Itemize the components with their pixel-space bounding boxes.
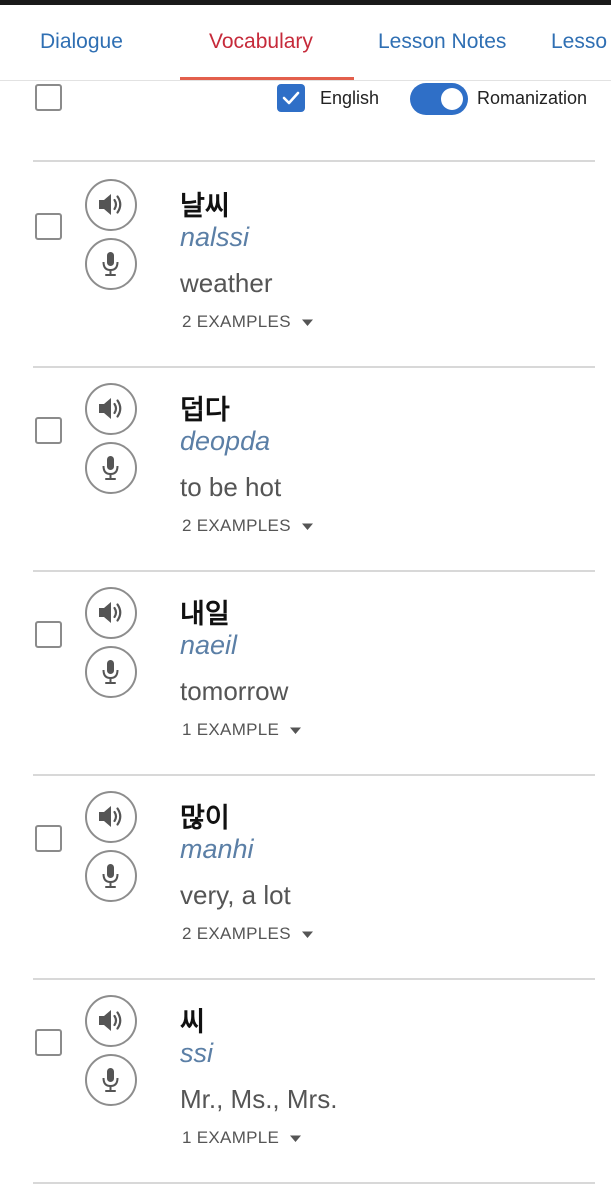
romanization-label: Romanization <box>477 88 588 108</box>
vocab-row-checkbox[interactable] <box>35 825 62 852</box>
english-meaning: weather <box>180 268 273 298</box>
microphone-icon <box>102 1068 119 1092</box>
speaker-icon <box>99 1010 122 1031</box>
romanization-text: deopda <box>180 426 271 456</box>
english-label: English <box>320 88 380 108</box>
speaker-icon <box>99 806 122 827</box>
play-audio-button[interactable] <box>85 995 137 1047</box>
select-all-checkbox[interactable] <box>35 84 62 111</box>
examples-count: 2 EXAMPLES <box>182 924 291 943</box>
romanization-text: ssi <box>180 1038 213 1068</box>
microphone-icon <box>102 660 119 684</box>
tab-vocabulary[interactable]: Vocabulary <box>209 30 313 54</box>
examples-toggle[interactable]: 2 EXAMPLES <box>182 924 314 944</box>
tab-lesson-notes[interactable]: Lesson Notes <box>378 30 506 54</box>
korean-word: 내일 <box>180 599 230 629</box>
english-checkbox[interactable] <box>277 84 305 112</box>
korean-word: 덥다 <box>180 395 230 425</box>
english-meaning: to be hot <box>180 472 282 502</box>
korean-word: 많이 <box>180 803 230 833</box>
romanization-text: naeil <box>180 630 238 660</box>
record-voice-button[interactable] <box>85 238 137 290</box>
vocab-row: 내일 naeil tomorrow 1 EXAMPLE <box>0 570 611 774</box>
examples-count: 2 EXAMPLES <box>182 312 291 331</box>
microphone-icon <box>102 864 119 888</box>
vocab-row: 덥다 deopda to be hot 2 EXAMPLES <box>0 366 611 570</box>
speaker-icon <box>99 194 122 215</box>
english-meaning: very, a lot <box>180 880 291 910</box>
caret-down-icon <box>290 727 302 735</box>
caret-down-icon <box>301 523 313 531</box>
vocab-row: 씨 ssi Mr., Ms., Mrs. 1 EXAMPLE <box>0 978 611 1182</box>
speaker-icon <box>99 602 122 623</box>
lesson-tabs: Dialogue Vocabulary Lesson Notes Lesso <box>0 5 611 81</box>
examples-count: 1 EXAMPLE <box>182 720 280 739</box>
english-meaning: Mr., Ms., Mrs. <box>180 1084 338 1114</box>
active-tab-indicator <box>180 77 354 80</box>
caret-down-icon <box>301 319 313 327</box>
vocab-row: 많이 manhi very, a lot 2 EXAMPLES <box>0 774 611 978</box>
play-audio-button[interactable] <box>85 587 137 639</box>
examples-count: 2 EXAMPLES <box>182 516 291 535</box>
vocab-row-checkbox[interactable] <box>35 213 62 240</box>
tab-dialogue[interactable]: Dialogue <box>40 30 123 54</box>
checkmark-icon <box>282 91 300 105</box>
romanization-toggle[interactable] <box>410 83 468 115</box>
tab-lesson-truncated[interactable]: Lesso <box>551 30 607 54</box>
record-voice-button[interactable] <box>85 850 137 902</box>
vocab-row-checkbox[interactable] <box>35 1029 62 1056</box>
speaker-icon <box>99 398 122 419</box>
caret-down-icon <box>290 1135 302 1143</box>
record-voice-button[interactable] <box>85 442 137 494</box>
english-meaning: tomorrow <box>180 676 289 706</box>
caret-down-icon <box>301 931 313 939</box>
toggle-knob <box>441 88 463 110</box>
microphone-icon <box>102 252 119 276</box>
play-audio-button[interactable] <box>85 383 137 435</box>
korean-word: 날씨 <box>180 191 230 221</box>
korean-word: 씨 <box>180 1007 205 1037</box>
divider <box>33 1182 595 1184</box>
record-voice-button[interactable] <box>85 1054 137 1106</box>
examples-toggle[interactable]: 1 EXAMPLE <box>182 720 302 740</box>
record-voice-button[interactable] <box>85 646 137 698</box>
play-audio-button[interactable] <box>85 179 137 231</box>
examples-toggle[interactable]: 2 EXAMPLES <box>182 516 314 536</box>
examples-count: 1 EXAMPLE <box>182 1128 280 1147</box>
examples-toggle[interactable]: 1 EXAMPLE <box>182 1128 302 1148</box>
play-audio-button[interactable] <box>85 791 137 843</box>
vocab-row-checkbox[interactable] <box>35 621 62 648</box>
microphone-icon <box>102 456 119 480</box>
examples-toggle[interactable]: 2 EXAMPLES <box>182 312 314 332</box>
vocab-row: 날씨 nalssi weather 2 EXAMPLES <box>0 162 611 366</box>
romanization-text: manhi <box>180 834 254 864</box>
vocab-row-checkbox[interactable] <box>35 417 62 444</box>
romanization-text: nalssi <box>180 222 250 252</box>
